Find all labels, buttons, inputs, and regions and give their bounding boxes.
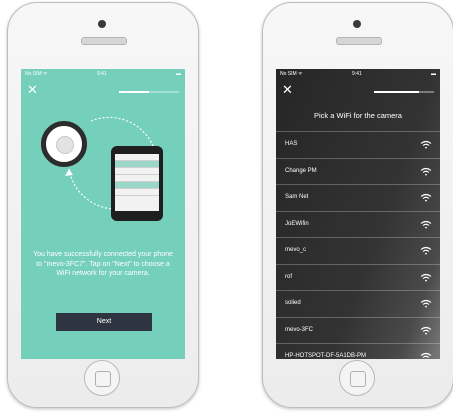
wifi-network-row[interactable]: mevo_c [276,237,440,264]
status-time: 9:41 [352,71,362,77]
wifi-network-row[interactable]: JoEWifin [276,210,440,238]
earpiece-speaker [336,37,382,45]
next-button[interactable]: Next [56,313,152,331]
wifi-signal-icon [420,193,432,202]
wifi-network-row[interactable]: mevo-3FC [276,316,440,344]
wifi-signal-icon [420,352,432,359]
earpiece-speaker [81,37,127,45]
wifi-network-name: HAS [285,141,298,147]
wifi-signal-icon [420,326,432,334]
close-icon[interactable]: ✕ [282,83,293,96]
front-camera [98,20,106,28]
wifi-signal-icon [420,220,432,228]
wifi-signal-icon [420,299,432,308]
wifi-network-row[interactable]: Sam Net [276,184,440,211]
wifi-network-name: HP-HOTSPOT-DF-5A1DB-PM [285,353,367,359]
wifi-network-name: Change PM [285,167,317,174]
wifi-network-name: mevo-3FC [285,326,314,333]
wifi-network-list: HAS Change PM Sam Net JoEWifin mevo_crof soli… [276,131,440,359]
right-phone-frame: No SIM ᯤ 9:41 ▬ ✕ Pick a WiFi for the ca… [262,2,453,408]
wifi-picker-screen: No SIM ᯤ 9:41 ▬ ✕ Pick a WiFi for the ca… [276,69,440,359]
wifi-network-name: JoEWifin [285,220,309,227]
phone-illustration-screen [115,154,159,211]
wifi-network-row[interactable]: HP-HOTSPOT-DF-5A1DB-PM [276,343,440,359]
success-screen: No SIM ᯤ 9:41 ▬ ✕ You have successfully … [21,69,185,359]
battery-icon: ▬ [431,71,436,77]
wifi-signal-icon [420,140,432,149]
front-camera [353,20,361,28]
left-phone-frame: No SIM ᯤ 9:41 ▬ ✕ You have successfully … [7,2,199,408]
wifi-network-name: Sam Net [285,194,309,200]
wifi-network-row[interactable]: solied [276,290,440,317]
wifi-network-row[interactable]: HAS [276,131,440,158]
battery-icon: ▬ [176,71,181,77]
setup-progress-bar [119,91,179,93]
status-carrier: No SIM ᯤ [280,71,303,77]
home-button[interactable] [339,360,375,396]
setup-progress-bar [374,91,434,93]
phone-illustration-icon [111,146,163,221]
setup-progress-fill [119,91,149,93]
status-bar: No SIM ᯤ 9:41 ▬ [25,71,181,79]
status-carrier: No SIM ᯤ [25,71,48,77]
wifi-network-name: rof [285,273,293,280]
wifi-signal-icon [420,246,432,255]
success-message: You have successfully connected your pho… [33,251,173,277]
wifi-network-name: mevo_c [285,247,307,253]
close-icon[interactable]: ✕ [27,83,38,96]
camera-icon [41,121,87,167]
home-button[interactable] [84,360,120,396]
wifi-network-name: solied [285,300,301,306]
wifi-signal-icon [420,167,432,175]
wifi-network-row[interactable]: Change PM [276,157,440,185]
wifi-network-row[interactable]: rof [276,263,440,291]
page-title: Pick a WiFi for the camera [314,111,402,120]
setup-progress-fill [374,91,419,93]
wifi-signal-icon [420,273,432,281]
status-time: 9:41 [97,71,107,77]
camera-lens-icon [56,136,74,154]
status-bar: No SIM ᯤ 9:41 ▬ [280,71,436,79]
